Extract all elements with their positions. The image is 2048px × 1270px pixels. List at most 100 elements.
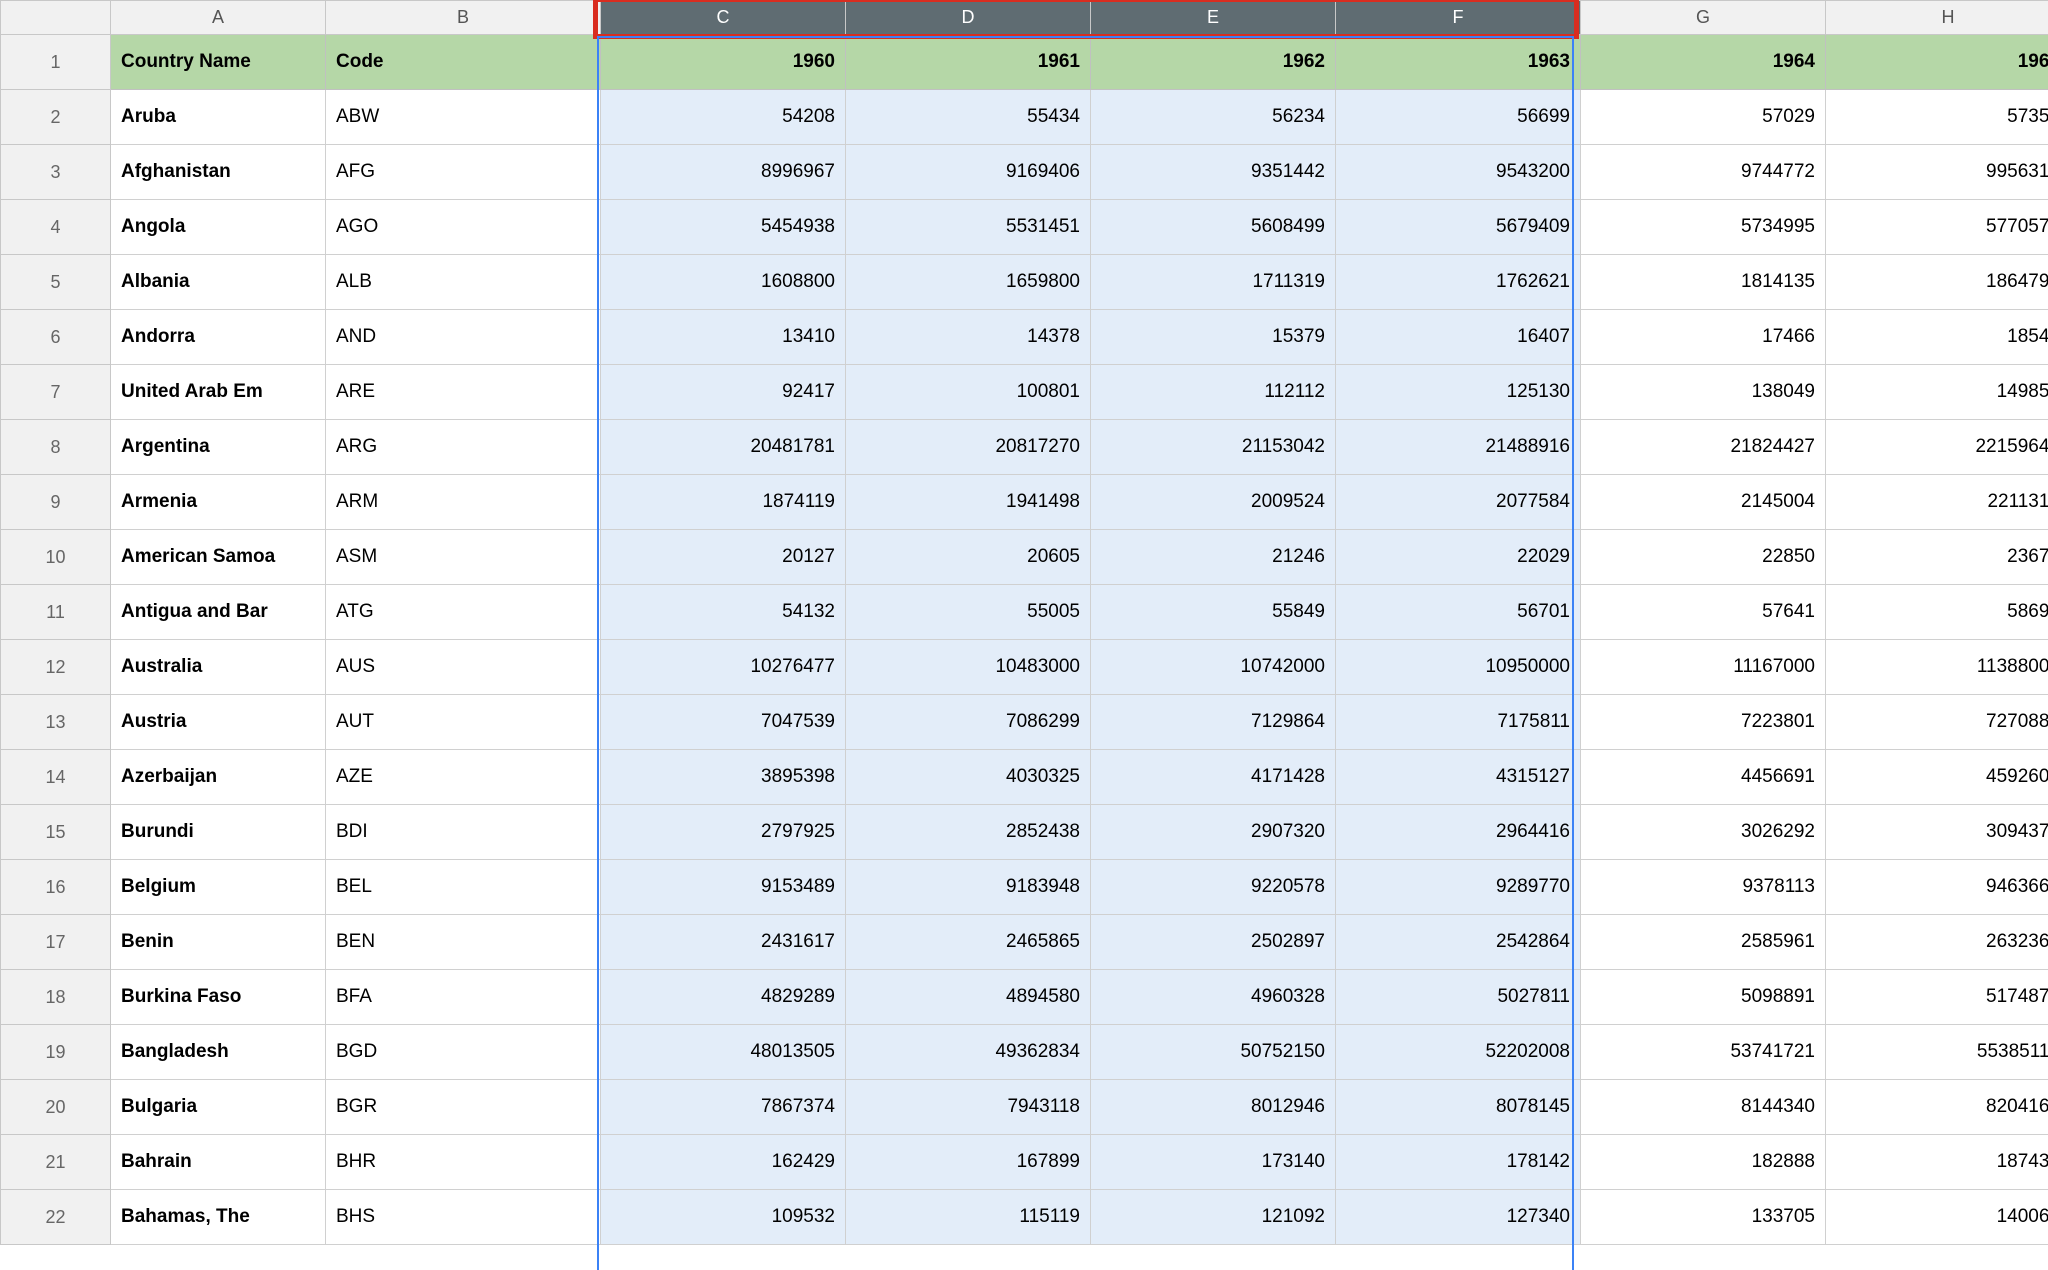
cell-value[interactable]: 54132 bbox=[601, 585, 846, 640]
cell-value[interactable]: 20127 bbox=[601, 530, 846, 585]
cell-country[interactable]: Antigua and Bar bbox=[111, 585, 326, 640]
row-header[interactable]: 14 bbox=[1, 750, 111, 805]
cell[interactable]: 1963 bbox=[1336, 35, 1581, 90]
cell-value[interactable]: 9289770 bbox=[1336, 860, 1581, 915]
cell-value[interactable]: 2009524 bbox=[1091, 475, 1336, 530]
cell-value[interactable]: 1659800 bbox=[846, 255, 1091, 310]
cell-country[interactable]: Bulgaria bbox=[111, 1080, 326, 1135]
cell-value[interactable]: 8996967 bbox=[601, 145, 846, 200]
cell-value[interactable]: 10276477 bbox=[601, 640, 846, 695]
cell-value[interactable]: 1874119 bbox=[601, 475, 846, 530]
cell-code[interactable]: ARM bbox=[326, 475, 601, 530]
cell-value[interactable]: 149855 bbox=[1826, 365, 2048, 420]
cell-value[interactable]: 3895398 bbox=[601, 750, 846, 805]
cell-value[interactable]: 115119 bbox=[846, 1190, 1091, 1245]
cell-code[interactable]: BDI bbox=[326, 805, 601, 860]
cell-value[interactable]: 182888 bbox=[1581, 1135, 1826, 1190]
cell-value[interactable]: 56701 bbox=[1336, 585, 1581, 640]
cell-value[interactable]: 138049 bbox=[1581, 365, 1826, 420]
cell-country[interactable]: Benin bbox=[111, 915, 326, 970]
cell-value[interactable]: 55385114 bbox=[1826, 1025, 2048, 1080]
cell-value[interactable]: 11388000 bbox=[1826, 640, 2048, 695]
cell-value[interactable]: 100801 bbox=[846, 365, 1091, 420]
cell-value[interactable]: 2907320 bbox=[1091, 805, 1336, 860]
cell-value[interactable]: 56234 bbox=[1091, 90, 1336, 145]
cell-value[interactable]: 5098891 bbox=[1581, 970, 1826, 1025]
cell-country[interactable]: Bangladesh bbox=[111, 1025, 326, 1080]
cell-value[interactable]: 50752150 bbox=[1091, 1025, 1336, 1080]
cell-country[interactable]: Burundi bbox=[111, 805, 326, 860]
cell-code[interactable]: AFG bbox=[326, 145, 601, 200]
cell-value[interactable]: 10742000 bbox=[1091, 640, 1336, 695]
cell-value[interactable]: 178142 bbox=[1336, 1135, 1581, 1190]
cell-value[interactable]: 8204168 bbox=[1826, 1080, 2048, 1135]
cell-country[interactable]: Burkina Faso bbox=[111, 970, 326, 1025]
cell-value[interactable]: 9153489 bbox=[601, 860, 846, 915]
cell-country[interactable]: United Arab Em bbox=[111, 365, 326, 420]
cell[interactable]: 1962 bbox=[1091, 35, 1336, 90]
cell-value[interactable]: 5531451 bbox=[846, 200, 1091, 255]
cell-value[interactable]: 58699 bbox=[1826, 585, 2048, 640]
cell-code[interactable]: BEN bbox=[326, 915, 601, 970]
col-header-A[interactable]: A bbox=[111, 1, 326, 35]
cell-code[interactable]: AZE bbox=[326, 750, 601, 805]
cell-code[interactable]: BHR bbox=[326, 1135, 601, 1190]
cell-value[interactable]: 5770573 bbox=[1826, 200, 2048, 255]
cell-value[interactable]: 9463667 bbox=[1826, 860, 2048, 915]
cell-value[interactable]: 4592601 bbox=[1826, 750, 2048, 805]
cell-country[interactable]: Australia bbox=[111, 640, 326, 695]
cell-value[interactable]: 2585961 bbox=[1581, 915, 1826, 970]
cell[interactable]: Country Name bbox=[111, 35, 326, 90]
cell-value[interactable]: 9220578 bbox=[1091, 860, 1336, 915]
cell-value[interactable]: 18542 bbox=[1826, 310, 2048, 365]
cell-value[interactable]: 2465865 bbox=[846, 915, 1091, 970]
cell-value[interactable]: 20817270 bbox=[846, 420, 1091, 475]
cell-value[interactable]: 9543200 bbox=[1336, 145, 1581, 200]
cell-value[interactable]: 57357 bbox=[1826, 90, 2048, 145]
row-header[interactable]: 7 bbox=[1, 365, 111, 420]
cell-value[interactable]: 2077584 bbox=[1336, 475, 1581, 530]
cell[interactable]: 1965 bbox=[1826, 35, 2048, 90]
cell-value[interactable]: 1941498 bbox=[846, 475, 1091, 530]
cell-value[interactable]: 7223801 bbox=[1581, 695, 1826, 750]
cell-value[interactable]: 21824427 bbox=[1581, 420, 1826, 475]
cell-value[interactable]: 140060 bbox=[1826, 1190, 2048, 1245]
cell-value[interactable]: 7086299 bbox=[846, 695, 1091, 750]
cell-value[interactable]: 4456691 bbox=[1581, 750, 1826, 805]
cell-value[interactable]: 5608499 bbox=[1091, 200, 1336, 255]
cell-value[interactable]: 133705 bbox=[1581, 1190, 1826, 1245]
cell-value[interactable]: 4171428 bbox=[1091, 750, 1336, 805]
cell-value[interactable]: 4960328 bbox=[1091, 970, 1336, 1025]
cell-value[interactable]: 55849 bbox=[1091, 585, 1336, 640]
cell-country[interactable]: Azerbaijan bbox=[111, 750, 326, 805]
cell-value[interactable]: 7129864 bbox=[1091, 695, 1336, 750]
cell-value[interactable]: 10483000 bbox=[846, 640, 1091, 695]
cell-value[interactable]: 7047539 bbox=[601, 695, 846, 750]
row-header[interactable]: 8 bbox=[1, 420, 111, 475]
cell-value[interactable]: 5679409 bbox=[1336, 200, 1581, 255]
cell-value[interactable]: 4315127 bbox=[1336, 750, 1581, 805]
col-header-F[interactable]: F bbox=[1336, 1, 1581, 35]
row-header[interactable]: 10 bbox=[1, 530, 111, 585]
cell-country[interactable]: Armenia bbox=[111, 475, 326, 530]
cell-value[interactable]: 187432 bbox=[1826, 1135, 2048, 1190]
cell-value[interactable]: 2964416 bbox=[1336, 805, 1581, 860]
cell-code[interactable]: ASM bbox=[326, 530, 601, 585]
cell-country[interactable]: Angola bbox=[111, 200, 326, 255]
row-header[interactable]: 16 bbox=[1, 860, 111, 915]
cell-value[interactable]: 167899 bbox=[846, 1135, 1091, 1190]
cell-value[interactable]: 2502897 bbox=[1091, 915, 1336, 970]
cell-country[interactable]: Belgium bbox=[111, 860, 326, 915]
cell-country[interactable]: Afghanistan bbox=[111, 145, 326, 200]
cell[interactable]: 1964 bbox=[1581, 35, 1826, 90]
cell-code[interactable]: ALB bbox=[326, 255, 601, 310]
cell-value[interactable]: 8078145 bbox=[1336, 1080, 1581, 1135]
cell-country[interactable]: Argentina bbox=[111, 420, 326, 475]
cell-code[interactable]: ARG bbox=[326, 420, 601, 475]
cell-value[interactable]: 112112 bbox=[1091, 365, 1336, 420]
cell-code[interactable]: AND bbox=[326, 310, 601, 365]
cell-value[interactable]: 121092 bbox=[1091, 1190, 1336, 1245]
cell-value[interactable]: 2211316 bbox=[1826, 475, 2048, 530]
row-header[interactable]: 1 bbox=[1, 35, 111, 90]
row-header[interactable]: 20 bbox=[1, 1080, 111, 1135]
